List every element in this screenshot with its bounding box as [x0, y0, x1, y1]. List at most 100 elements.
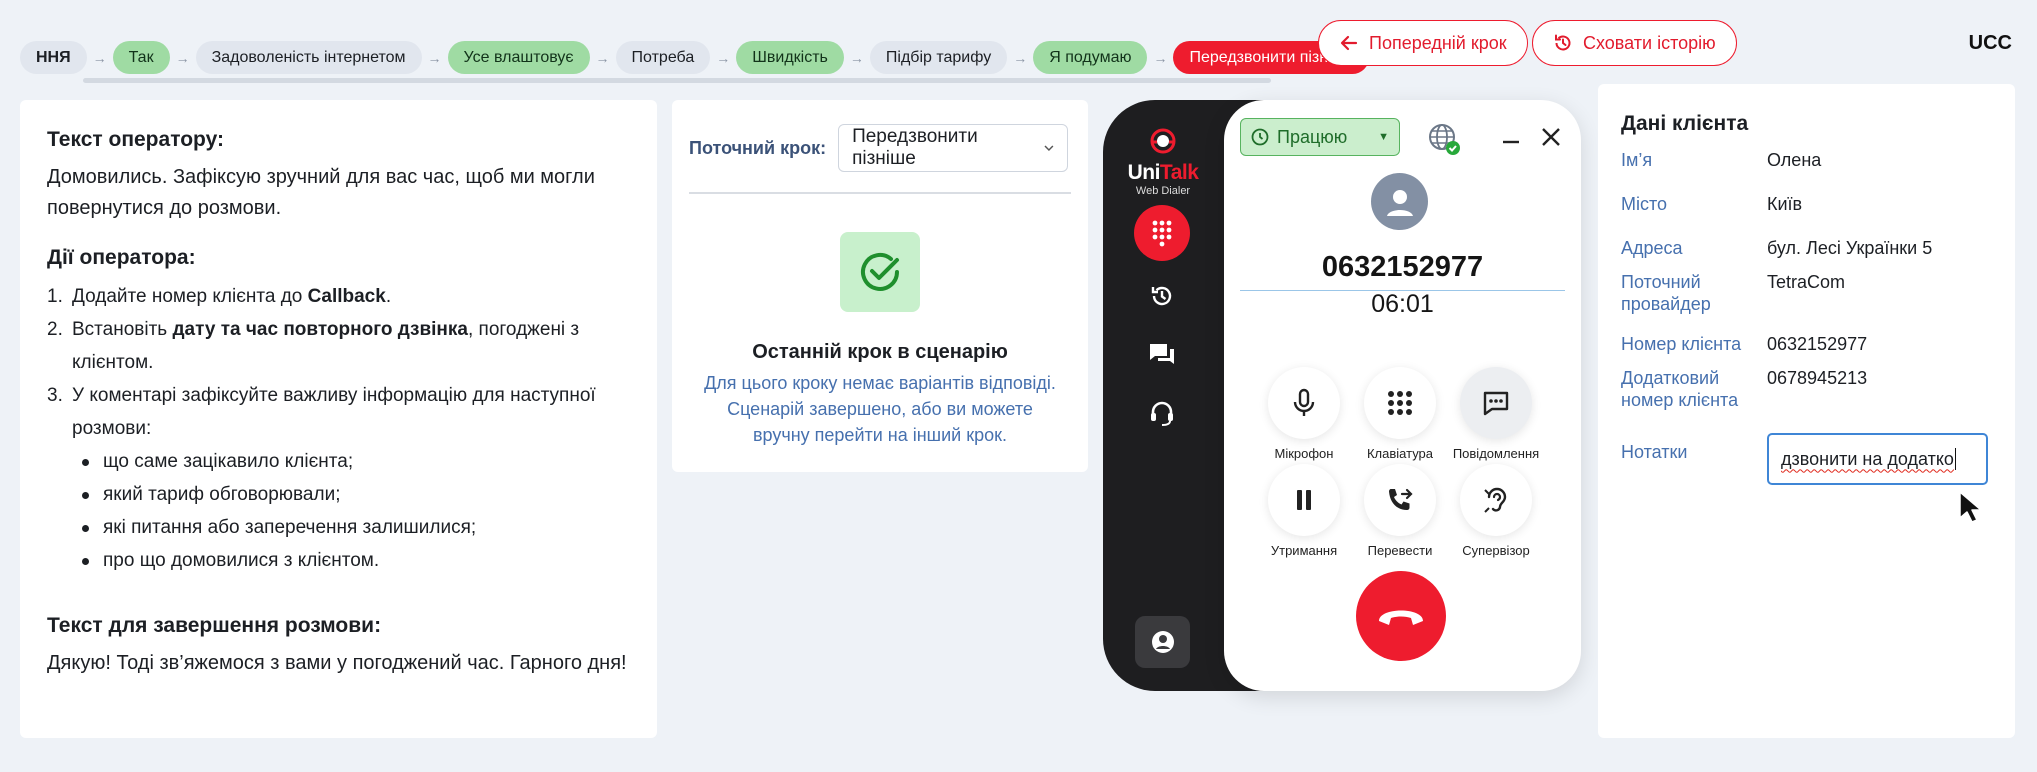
transfer-button[interactable]: Перевести [1345, 464, 1455, 558]
operator-text-title: Текст оператору: [47, 128, 224, 151]
message-icon [1483, 391, 1509, 416]
hang-up-button[interactable] [1356, 571, 1446, 661]
arrow-right-icon: → [1153, 49, 1168, 66]
messages-label: Повідомлення [1452, 446, 1540, 461]
client-field-label: Ім’я [1621, 150, 1653, 170]
chat-icon [1150, 344, 1174, 364]
agent-status-select[interactable]: Працюю ▼ [1240, 118, 1400, 156]
call-timer: 06:01 [1371, 290, 1434, 318]
user-icon [1151, 631, 1174, 653]
arrow-right-icon: → [175, 49, 190, 66]
hold-button[interactable]: Утримання [1249, 464, 1359, 558]
unitalk-logo: UniTalk Web Dialer [1127, 126, 1199, 197]
client-data-title: Дані клієнта [1621, 112, 1749, 135]
hold-label: Утримання [1270, 543, 1338, 558]
client-field-value: Київ [1767, 194, 1803, 214]
closing-text: Дякую! Тоді зв’яжемося з вами у погоджен… [47, 652, 627, 674]
action-item: 3. У коментарі зафіксуйте важливу інформа… [47, 379, 630, 445]
client-field-row: Додатковий номер клієнта 0678945213 [1621, 367, 1992, 411]
client-field-label: Поточний провайдер [1621, 272, 1711, 314]
notes-row: Нотатки дзвонити на додатко [1621, 433, 1992, 485]
minimize-button[interactable] [1502, 130, 1520, 144]
close-icon [1542, 128, 1560, 146]
arrow-right-icon: → [716, 49, 731, 66]
keypad-button[interactable]: Клавіатура [1345, 367, 1455, 461]
breadcrumb-step[interactable]: Усе влаштовує [447, 41, 590, 74]
minimize-icon [1503, 140, 1519, 144]
support-nav-button[interactable] [1139, 390, 1185, 436]
action-text: Додайте номер клієнта до [72, 286, 308, 307]
arrow-right-icon: → [92, 49, 107, 66]
hang-up-icon [1379, 610, 1423, 625]
previous-step-label: Попередній крок [1369, 32, 1507, 53]
breadcrumb-scrollbar[interactable] [83, 78, 1271, 83]
logo-talk: Talk [1159, 161, 1199, 184]
breadcrumb-step[interactable]: Так [112, 41, 170, 74]
supervisor-button[interactable]: Супервізор [1441, 464, 1551, 558]
transfer-call-icon [1389, 488, 1413, 510]
breadcrumb-step[interactable]: Задоволеність інтернетом [195, 41, 422, 74]
breadcrumb-step[interactable]: Швидкість [736, 41, 844, 74]
check-circle-icon [861, 253, 899, 291]
messages-button[interactable]: Повідомлення [1441, 367, 1551, 461]
messages-nav-button[interactable] [1139, 331, 1185, 377]
action-text: Встановіть [72, 319, 173, 340]
logo-subtitle: Web Dialer [1135, 185, 1191, 197]
network-status-icon [1427, 122, 1461, 156]
action-text: У коментарі зафіксуйте важливу інформаці… [72, 385, 596, 439]
breadcrumb-step[interactable]: Підбір тарифу [869, 41, 1008, 74]
close-button[interactable] [1541, 127, 1561, 147]
history-icon [1555, 34, 1571, 51]
client-field-label: Номер клієнта [1621, 334, 1742, 354]
action-item: 1. Додайте номер клієнта до Callback. [47, 280, 630, 313]
breadcrumb-step[interactable]: Я подумаю [1033, 41, 1148, 74]
hide-history-label: Сховати історію [1583, 32, 1716, 53]
arrow-right-icon: → [849, 49, 864, 66]
comment-bullet: про що домовилися з клієнтом. [76, 544, 630, 577]
supervisor-label: Супервізор [1462, 543, 1530, 558]
comment-bullet: який тариф обговорювали; [76, 478, 630, 511]
arrow-right-icon: → [595, 49, 610, 66]
profile-nav-button[interactable] [1135, 616, 1190, 668]
operator-script-panel: Текст оператору: Домовились. Зафіксую зр… [20, 100, 657, 738]
operator-actions-list: 1. Додайте номер клієнта до Callback. 2. Вс… [47, 280, 630, 445]
call-phone-number: 0632152977 [1240, 251, 1565, 291]
last-step-title: Останній крок в сценарію [752, 341, 1008, 363]
client-field-value: Олена [1767, 150, 1822, 170]
client-field-value: бул. Лесі Українки 5 [1767, 238, 1933, 258]
arrow-right-icon: → [1013, 49, 1028, 66]
keypad-icon [1388, 391, 1412, 415]
dialpad-icon [1152, 220, 1172, 247]
pause-icon [1297, 490, 1311, 510]
current-step-label: Поточний крок: [689, 137, 827, 158]
dialpad-nav-button[interactable] [1134, 205, 1190, 261]
hide-history-button[interactable]: Сховати історію [1532, 20, 1737, 66]
current-step-panel: Поточний крок: Передзвонити пізніше Оста… [672, 100, 1088, 472]
client-field-row: Номер клієнта 0632152977 [1621, 333, 1992, 355]
client-field-value: 0632152977 [1767, 334, 1868, 354]
client-field-label: Додатковий номер клієнта [1621, 368, 1739, 410]
notes-label: Нотатки [1621, 442, 1688, 462]
operator-text: Домовились. Зафіксую зручний для вас час… [47, 166, 595, 219]
action-text: дату та час повторного дзвінка [172, 319, 468, 340]
notes-input[interactable]: дзвонити на додатко [1767, 433, 1988, 485]
breadcrumb-step[interactable]: Потреба [615, 41, 711, 74]
current-step-select[interactable]: Передзвонити пізніше [838, 124, 1069, 172]
mic-button[interactable]: Мікрофон [1249, 367, 1359, 461]
mic-label: Мікрофон [1274, 446, 1334, 461]
clock-icon [1251, 128, 1269, 146]
last-step-description: Для цього кроку немає варіантів відповід… [704, 373, 1056, 445]
action-number: 2. [47, 319, 63, 340]
current-step-value: Передзвонити пізніше [852, 126, 978, 169]
contact-avatar [1371, 173, 1428, 230]
action-text: Callback [307, 286, 386, 307]
transfer-label: Перевести [1367, 543, 1433, 558]
client-field-row: Поточний провайдер TetraCom [1621, 271, 1992, 315]
comment-bullets-list: що саме зацікавило клієнта; який тариф об… [76, 445, 630, 577]
user-icon [1386, 189, 1413, 216]
call-history-nav-button[interactable] [1139, 273, 1185, 319]
logo-uni: Uni [1127, 161, 1161, 184]
breadcrumb-step[interactable]: ННЯ [20, 41, 87, 74]
previous-step-button[interactable]: Попередній крок [1318, 20, 1528, 66]
closing-text-title: Текст для завершення розмови: [47, 614, 382, 637]
